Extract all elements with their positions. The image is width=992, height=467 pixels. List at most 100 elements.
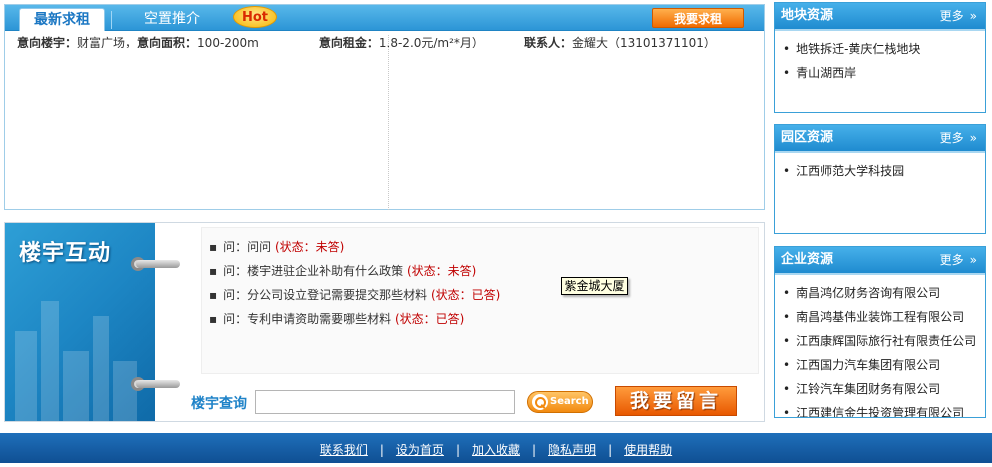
interaction-title: 楼宇互动	[19, 241, 112, 266]
footer-link-privacy[interactable]: 隐私声明	[548, 443, 596, 457]
hot-badge: Hot	[233, 6, 277, 28]
qa-prefix: 问：	[223, 264, 248, 278]
list-item-label[interactable]: 地铁拆迁-黄庆仁栈地块	[796, 42, 920, 56]
list-item-label[interactable]: 江铃汽车集团财务有限公司	[796, 382, 940, 396]
list-item[interactable]: • 江西建信金牛投资管理有限公司	[783, 401, 985, 418]
qa-item[interactable]: ▪ 问：专利申请资助需要哪些材料 (状态：已答)	[209, 307, 500, 331]
list-item[interactable]: • 江西康辉国际旅行社有限责任公司	[783, 329, 985, 353]
listing-row: 意向楼宇：财富广场，意向面积：100-200m 意向租金：1.8-2.0元/m²*…	[17, 36, 716, 48]
footer-separator: |	[532, 443, 537, 457]
qa-text[interactable]: 专利申请资助需要哪些材料	[247, 312, 391, 326]
qa-prefix: 问：	[223, 240, 248, 254]
more-label: 更多	[939, 131, 964, 145]
list-item[interactable]: • 江铃汽车集团财务有限公司	[783, 377, 985, 401]
bullet-icon: ▪	[209, 264, 218, 278]
qa-prefix: 问：	[223, 288, 248, 302]
qa-list: ▪ 问：问问 (状态：未答) ▪ 问：楼宇进驻企业补助有什么政策 (状态：未答) ▪…	[209, 235, 500, 331]
leave-message-button[interactable]: 我要留言	[615, 386, 737, 416]
listing-label-contact: 联系人：	[523, 36, 572, 48]
park-more-link[interactable]: 更多 »	[940, 125, 977, 151]
list-item[interactable]: • 青山湖西岸	[783, 61, 985, 85]
qa-status: (状态：已答)	[395, 312, 465, 326]
demand-panel: 最新求租 空置推介 Hot 我要求租 意向楼宇：财富广场，意向面积：100-20…	[4, 4, 765, 210]
search-button-label: Search	[550, 396, 589, 407]
park-resources-header: 园区资源 更多 »	[775, 125, 985, 151]
magnifier-icon	[532, 394, 548, 410]
binder-pin-icon	[136, 260, 180, 268]
list-item-label[interactable]: 江西建信金牛投资管理有限公司	[796, 406, 964, 417]
interaction-panel: 楼宇互动 ▪ 问：问问 (状态：未答) ▪ 问：楼宇进驻企业补助有什么政策 (状态：…	[4, 222, 765, 422]
qa-item[interactable]: ▪ 问：问问 (状态：未答)	[209, 235, 500, 259]
double-chevron-icon: »	[969, 9, 977, 23]
building-query-label: 楼宇查询	[191, 396, 247, 412]
tab-bar: 最新求租 空置推介 Hot 我要求租	[5, 5, 764, 31]
bullet-icon: •	[783, 334, 791, 348]
list-item[interactable]: • 地铁拆迁-黄庆仁栈地块	[783, 37, 985, 61]
qa-prefix: 问：	[223, 312, 248, 326]
tab-vacancy[interactable]: 空置推介	[117, 8, 227, 31]
building-graphic	[93, 316, 109, 421]
building-query-input[interactable]	[255, 390, 515, 414]
bullet-icon: ▪	[209, 288, 218, 302]
footer-separator: |	[455, 443, 460, 457]
qa-status: (状态：未答)	[275, 240, 345, 254]
more-label: 更多	[939, 253, 964, 267]
footer-bar: 联系我们 | 设为首页 | 加入收藏 | 隐私声明 | 使用帮助	[0, 433, 992, 463]
bullet-icon: •	[783, 406, 791, 418]
bullet-icon: •	[783, 66, 791, 80]
interaction-banner: 楼宇互动	[5, 223, 155, 421]
listing-label-area: 意向面积：	[137, 36, 198, 48]
land-resources-header: 地块资源 更多 »	[775, 3, 985, 29]
qa-item[interactable]: ▪ 问：分公司设立登记需要提交那些材料 (状态：已答)	[209, 283, 500, 307]
qa-status: (状态：已答)	[431, 288, 501, 302]
bullet-icon: •	[783, 382, 791, 396]
list-item-label[interactable]: 南昌鸿基伟业装饰工程有限公司	[796, 310, 964, 324]
building-graphic	[63, 351, 89, 421]
land-more-link[interactable]: 更多 »	[940, 3, 977, 29]
company-resources-header: 企业资源 更多 »	[775, 247, 985, 273]
double-chevron-icon: »	[969, 253, 977, 267]
seek-rent-button[interactable]: 我要求租	[652, 8, 744, 28]
double-chevron-icon: »	[969, 131, 977, 145]
listing-label-building: 意向楼宇：	[17, 36, 78, 48]
bullet-icon: •	[783, 42, 791, 56]
qa-status: (状态：未答)	[407, 264, 477, 278]
company-more-link[interactable]: 更多 »	[940, 247, 977, 273]
building-graphic	[15, 331, 37, 421]
list-item-label[interactable]: 青山湖西岸	[796, 66, 856, 80]
building-graphic	[41, 301, 59, 421]
list-item-label[interactable]: 江西师范大学科技园	[796, 164, 904, 178]
qa-item[interactable]: ▪ 问：楼宇进驻企业补助有什么政策 (状态：未答)	[209, 259, 500, 283]
building-graphic	[113, 361, 137, 421]
bullet-icon: •	[783, 310, 791, 324]
listing-value-contact: 金耀大（13101371101）	[571, 36, 716, 48]
bullet-icon: ▪	[209, 240, 218, 254]
list-item[interactable]: • 南昌鸿亿财务咨询有限公司	[783, 281, 985, 305]
park-resources-title: 园区资源	[781, 130, 834, 145]
company-resources-list: • 南昌鸿亿财务咨询有限公司 • 南昌鸿基伟业装饰工程有限公司 • 江西康辉国际旅行社…	[775, 273, 985, 418]
land-resources-title: 地块资源	[781, 8, 834, 23]
footer-link-homepage[interactable]: 设为首页	[396, 443, 444, 457]
bullet-icon: •	[783, 358, 791, 372]
footer-link-help[interactable]: 使用帮助	[624, 443, 672, 457]
tab-latest-demand[interactable]: 最新求租	[19, 8, 105, 31]
list-item[interactable]: • 南昌鸿基伟业装饰工程有限公司	[783, 305, 985, 329]
list-item[interactable]: • 江西师范大学科技园	[783, 159, 985, 183]
list-item-label[interactable]: 南昌鸿亿财务咨询有限公司	[796, 286, 940, 300]
park-resources-list: • 江西师范大学科技园	[775, 151, 985, 183]
bullet-icon: ▪	[209, 312, 218, 326]
land-resources-box: 地块资源 更多 » • 地铁拆迁-黄庆仁栈地块 • 青山湖西岸	[774, 2, 986, 113]
search-button[interactable]: Search	[527, 391, 593, 413]
listing-value-rent: 1.8-2.0元/m²*月）	[378, 36, 484, 48]
tab-divider	[111, 11, 112, 29]
qa-text[interactable]: 分公司设立登记需要提交那些材料	[247, 288, 427, 302]
footer-link-favorites[interactable]: 加入收藏	[472, 443, 520, 457]
qa-text[interactable]: 楼宇进驻企业补助有什么政策	[247, 264, 403, 278]
column-divider	[388, 35, 389, 210]
qa-text[interactable]: 问问	[247, 240, 271, 254]
list-item-label[interactable]: 江西国力汽车集团有限公司	[796, 358, 940, 372]
footer-link-contact[interactable]: 联系我们	[320, 443, 368, 457]
list-item-label[interactable]: 江西康辉国际旅行社有限责任公司	[796, 334, 976, 348]
listing-value-area: 100-200m	[197, 36, 259, 48]
list-item[interactable]: • 江西国力汽车集团有限公司	[783, 353, 985, 377]
